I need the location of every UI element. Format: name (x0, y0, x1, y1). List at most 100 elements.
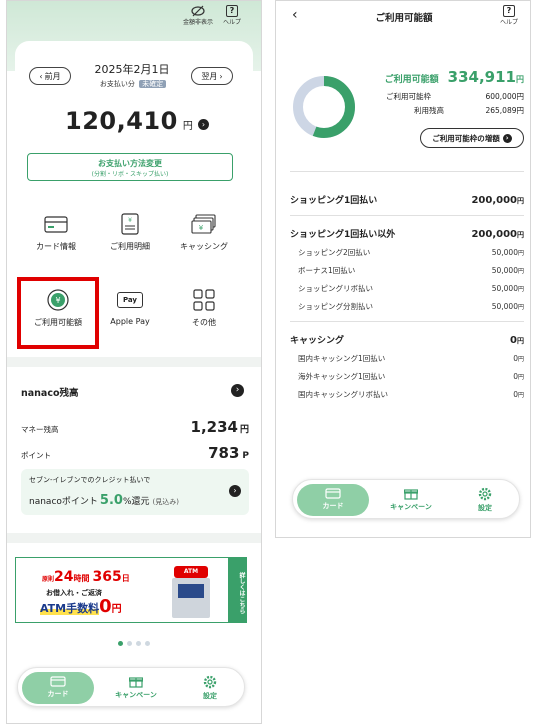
banner-hours: 24 (54, 569, 74, 585)
atm-sign: ATM (174, 566, 208, 578)
shopping-item-label: ショッピングリボ払い (298, 284, 373, 293)
bottom-nav: カード キャンペーン 設定 (292, 479, 520, 519)
used-value: 265,089円 (485, 106, 524, 115)
shopping-item-label: ボーナス1回払い (298, 266, 356, 275)
chevron-right-circle-icon[interactable]: › (231, 384, 244, 397)
coin-icon: ¥ (45, 289, 71, 311)
chevron-left-icon: ‹ (39, 71, 43, 81)
next-month-button[interactable]: 翌月 › (191, 67, 233, 85)
cashing-item-label: 海外キャッシング1回払い (298, 372, 386, 381)
billing-amount-row[interactable]: 120,410 円 › (47, 107, 227, 135)
unit: 円 (517, 337, 524, 345)
help-label: ヘルプ (222, 19, 241, 26)
atm-screen (178, 584, 204, 598)
menu-apple-pay[interactable]: Pay Apple Pay (95, 289, 165, 345)
nanaco-promo-banner[interactable]: セブン-イレブンでのクレジット払いで nanacoポイント 5.0%還元 (見込み)… (21, 469, 249, 515)
status-badge: 未確定 (139, 80, 167, 88)
available-row: ご利用可能額 334,911円 (368, 67, 524, 86)
eye-off-icon (191, 5, 205, 17)
chevron-right-circle-icon: › (229, 485, 241, 497)
menu-card-info[interactable]: カード情報 (21, 213, 91, 269)
shopping-other-label: ショッピング1回払い以外 (290, 230, 396, 240)
used-row: 利用残高 265,089円 (386, 105, 524, 116)
shopping-item-label: ショッピング分割払い (298, 302, 373, 311)
shopping-other-amount: 200,000円 (471, 229, 524, 240)
prev-month-label: 前月 (44, 71, 61, 81)
bottom-nav: カード キャンペーン 設定 (17, 667, 245, 707)
menu-available-amount[interactable]: ¥ ご利用可能額 (23, 289, 93, 345)
available-label: ご利用可能額 (384, 75, 439, 85)
shopping-item-amount: 50,000円 (492, 266, 524, 275)
cashing-item-label: 国内キャッシングリボ払い (298, 390, 388, 399)
point-unit: P (242, 451, 249, 461)
shopping-item-row: ショッピングリボ払い 50,000円 (298, 283, 524, 294)
help-label: ヘルプ (499, 19, 518, 26)
divider (290, 215, 524, 216)
help-button[interactable]: ? ヘルプ (496, 5, 522, 26)
billing-subtitle: お支払い分 (99, 80, 135, 88)
change-payment-button[interactable]: お支払い方法変更 (分割・リボ・スキップ払い) (27, 153, 233, 181)
carousel-dot[interactable] (118, 641, 123, 646)
nav-settings[interactable]: 設定 (453, 484, 517, 516)
banner-fee-value: 0 (99, 596, 112, 617)
nav-settings-label: 設定 (478, 504, 492, 512)
shopping-item-row: ショッピング2回払い 50,000円 (298, 247, 524, 258)
carousel-dot[interactable] (145, 641, 150, 646)
menu-other[interactable]: その他 (169, 289, 239, 345)
grid-icon (191, 289, 217, 311)
shopping-once-row: ショッピング1回払い 200,000円 (290, 193, 524, 206)
money-unit: 円 (239, 425, 249, 435)
statement-icon: ¥ (117, 213, 143, 235)
shopping-item-row: ショッピング分割払い 50,000円 (298, 301, 524, 312)
menu-label: Apple Pay (110, 317, 150, 326)
money-value: 1,234 (190, 418, 238, 436)
carousel-dot[interactable] (127, 641, 132, 646)
increase-limit-button[interactable]: ご利用可能枠の増額 › (420, 128, 524, 148)
hide-amount-button[interactable]: 金額非表示 (183, 5, 213, 26)
unit: 円 (517, 392, 524, 399)
nanaco-point-row: ポイント 783 P (21, 443, 249, 462)
unit: 円 (517, 304, 524, 311)
nav-campaign[interactable]: キャンペーン (375, 484, 447, 516)
increase-limit-label: ご利用可能枠の増額 (432, 133, 500, 143)
nanaco-money-row: マネー残高 1,234 円 (21, 417, 249, 436)
menu-statement[interactable]: ¥ ご利用明細 (95, 213, 165, 269)
nanaco-title: nanaco残高 (21, 388, 79, 399)
hide-amount-label: 金額非表示 (183, 19, 214, 26)
point-label: ポイント (21, 451, 51, 460)
back-button[interactable]: ‹ (292, 7, 298, 23)
cashing-item-amount: 0円 (513, 372, 524, 381)
carousel-dot[interactable] (136, 641, 141, 646)
cashing-value: 0 (510, 335, 517, 346)
money-label: マネー残高 (21, 425, 59, 434)
promo-line2: nanacoポイント 5.0%還元 (見込み) (29, 489, 179, 508)
menu-label: ご利用明細 (110, 242, 150, 251)
available-value: 334,911 (447, 68, 516, 86)
divider (290, 321, 524, 322)
card-icon (43, 213, 69, 235)
banner-fee-label: ATM手数料 (40, 602, 100, 615)
shopping-item-value: 50,000 (491, 284, 518, 293)
banner-tag: 原則 (42, 576, 55, 583)
menu-label: その他 (192, 318, 216, 327)
unit: 円 (517, 197, 524, 205)
cash-icon: ¥ (191, 213, 217, 235)
nav-campaign[interactable]: キャンペーン (100, 672, 172, 704)
menu-label: カード情報 (36, 242, 76, 251)
usage-donut-chart (293, 76, 355, 138)
promo-line1: セブン-イレブンでのクレジット払いで (29, 476, 151, 484)
cashing-item-row: 国内キャッシングリボ払い 0円 (298, 389, 524, 400)
prev-month-button[interactable]: ‹ 前月 (29, 67, 71, 85)
nav-card[interactable]: カード (22, 672, 94, 704)
nav-card[interactable]: カード (297, 484, 369, 516)
chevron-right-circle-icon: › (502, 133, 512, 143)
nav-settings[interactable]: 設定 (178, 672, 242, 704)
change-payment-title: お支払い方法変更 (98, 159, 162, 168)
banner-days-unit: 日 (121, 574, 130, 583)
gift-icon (404, 489, 418, 500)
menu-cashing[interactable]: ¥ キャッシング (169, 213, 239, 269)
help-button[interactable]: ? ヘルプ (219, 5, 245, 26)
atm-banner[interactable]: 原則24時間 365日 お借入れ・ご返済 ATM手数料0円 ATM 詳しくはこちら (15, 557, 247, 623)
divider (290, 171, 524, 172)
banner-fee-row: ATM手数料0円 (40, 596, 122, 617)
